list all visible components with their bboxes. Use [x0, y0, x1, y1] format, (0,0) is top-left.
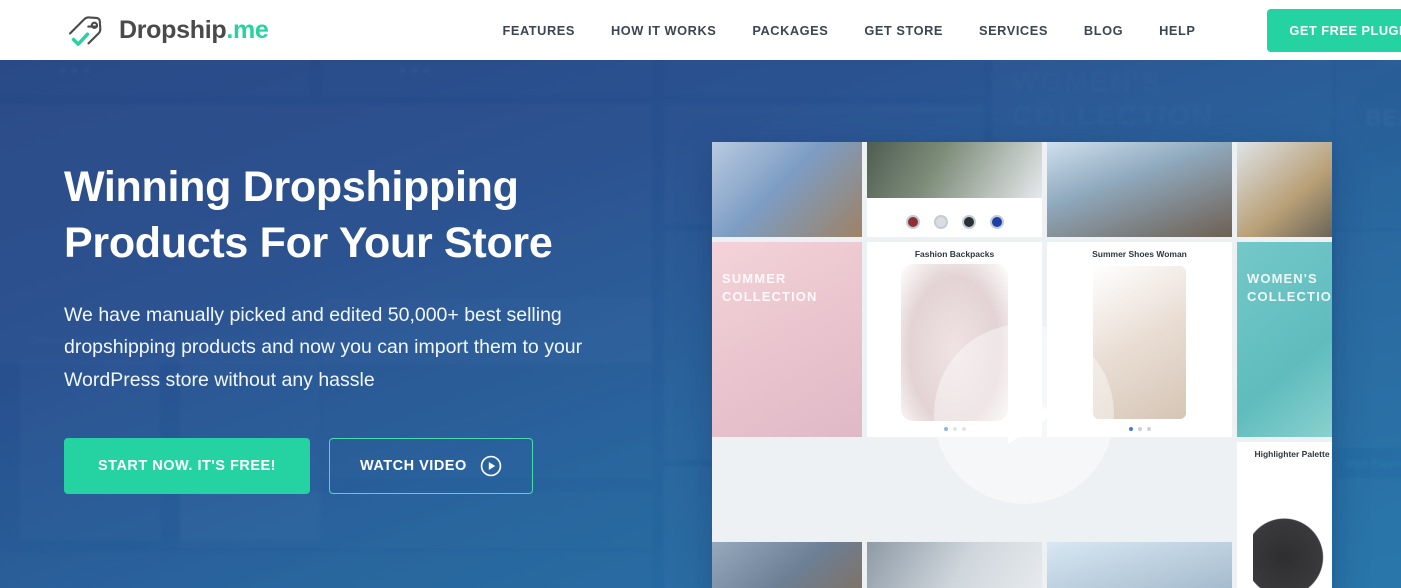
nav-item-packages[interactable]: PACKAGES — [734, 23, 846, 38]
grid-tile-watch-wrist[interactable] — [867, 142, 1042, 237]
hero-buttons: START NOW. IT'S FREE! WATCH VIDEO — [64, 437, 684, 494]
swatch-blue[interactable] — [989, 215, 1004, 229]
price-tag-check-icon — [64, 11, 110, 49]
play-circle-icon — [480, 455, 502, 477]
nav-item-blog[interactable]: BLOG — [1066, 23, 1141, 38]
grid-tile-watch-wrist-2[interactable] — [867, 542, 1042, 588]
get-free-plugin-button[interactable]: GET FREE PLUGIN — [1267, 8, 1401, 52]
nav-item-services[interactable]: SERVICES — [961, 23, 1066, 38]
banner-womens-text: WOMEN'S COLLECTION — [1247, 271, 1332, 304]
logo[interactable]: Dropship.me — [64, 11, 269, 49]
swatch-black[interactable] — [961, 215, 976, 229]
logo-text-main: Dropship — [119, 15, 227, 44]
site-header: Dropship.me FEATURES HOW IT WORKS PACKAG… — [0, 0, 1401, 60]
play-triangle-icon — [1008, 384, 1054, 444]
banner-summer-text: SUMMER COLLECTION — [722, 271, 818, 304]
hero-content: Winning Dropshipping Products For Your S… — [64, 160, 684, 494]
grid-tile-banner-summer[interactable]: SUMMER COLLECTION — [712, 242, 862, 437]
hero-title: Winning Dropshipping Products For Your S… — [64, 160, 684, 272]
nav-item-get-store[interactable]: GET STORE — [846, 23, 961, 38]
tile-caption-summer-shoes: Summer Shoes Woman — [1092, 249, 1187, 259]
watch-color-swatches[interactable] — [867, 215, 1042, 229]
grid-tile-watch-gold[interactable] — [1237, 142, 1332, 237]
nav-item-features[interactable]: FEATURES — [485, 23, 593, 38]
nav-item-how-it-works[interactable]: HOW IT WORKS — [593, 23, 734, 38]
grid-tile-hiker-mountains[interactable] — [1047, 142, 1232, 237]
main-navigation: FEATURES HOW IT WORKS PACKAGES GET STORE… — [485, 8, 1401, 52]
grid-tile-hiker-backpack[interactable] — [1047, 542, 1232, 588]
swatch-white[interactable] — [933, 215, 948, 229]
tile-caption-highlighter: Highlighter Palette — [1254, 449, 1330, 459]
start-now-button[interactable]: START NOW. IT'S FREE! — [64, 437, 311, 494]
grid-tile-accessories-denim[interactable] — [712, 142, 862, 237]
hero-title-line1: Winning Dropshipping — [64, 163, 519, 211]
tile-caption-fashion-backpacks: Fashion Backpacks — [914, 249, 995, 259]
video-preview-panel[interactable]: SUMMER COLLECTION Fashion Backpacks Summ… — [712, 142, 1332, 588]
nav-item-help[interactable]: HELP — [1141, 23, 1213, 38]
hero-title-line2: Products For Your Store — [64, 218, 553, 267]
hero-subtitle: We have manually picked and edited 50,00… — [64, 303, 583, 391]
watch-video-button[interactable]: WATCH VIDEO — [329, 437, 533, 494]
logo-text: Dropship.me — [119, 16, 269, 45]
grid-tile-banner-womens[interactable]: WOMEN'S COLLECTION — [1237, 242, 1332, 437]
watch-video-label: WATCH VIDEO — [360, 457, 467, 474]
swatch-red[interactable] — [905, 215, 920, 229]
grid-tile-leather-goods[interactable] — [712, 542, 862, 588]
hero-section: WOMEN'S COLLECTION BEAM Ulefone Power 3S… — [0, 60, 1401, 588]
play-video-button[interactable] — [934, 324, 1114, 504]
logo-text-accent: .me — [226, 15, 269, 44]
grid-tile-highlighter-palette[interactable]: Highlighter Palette — [1237, 442, 1332, 588]
